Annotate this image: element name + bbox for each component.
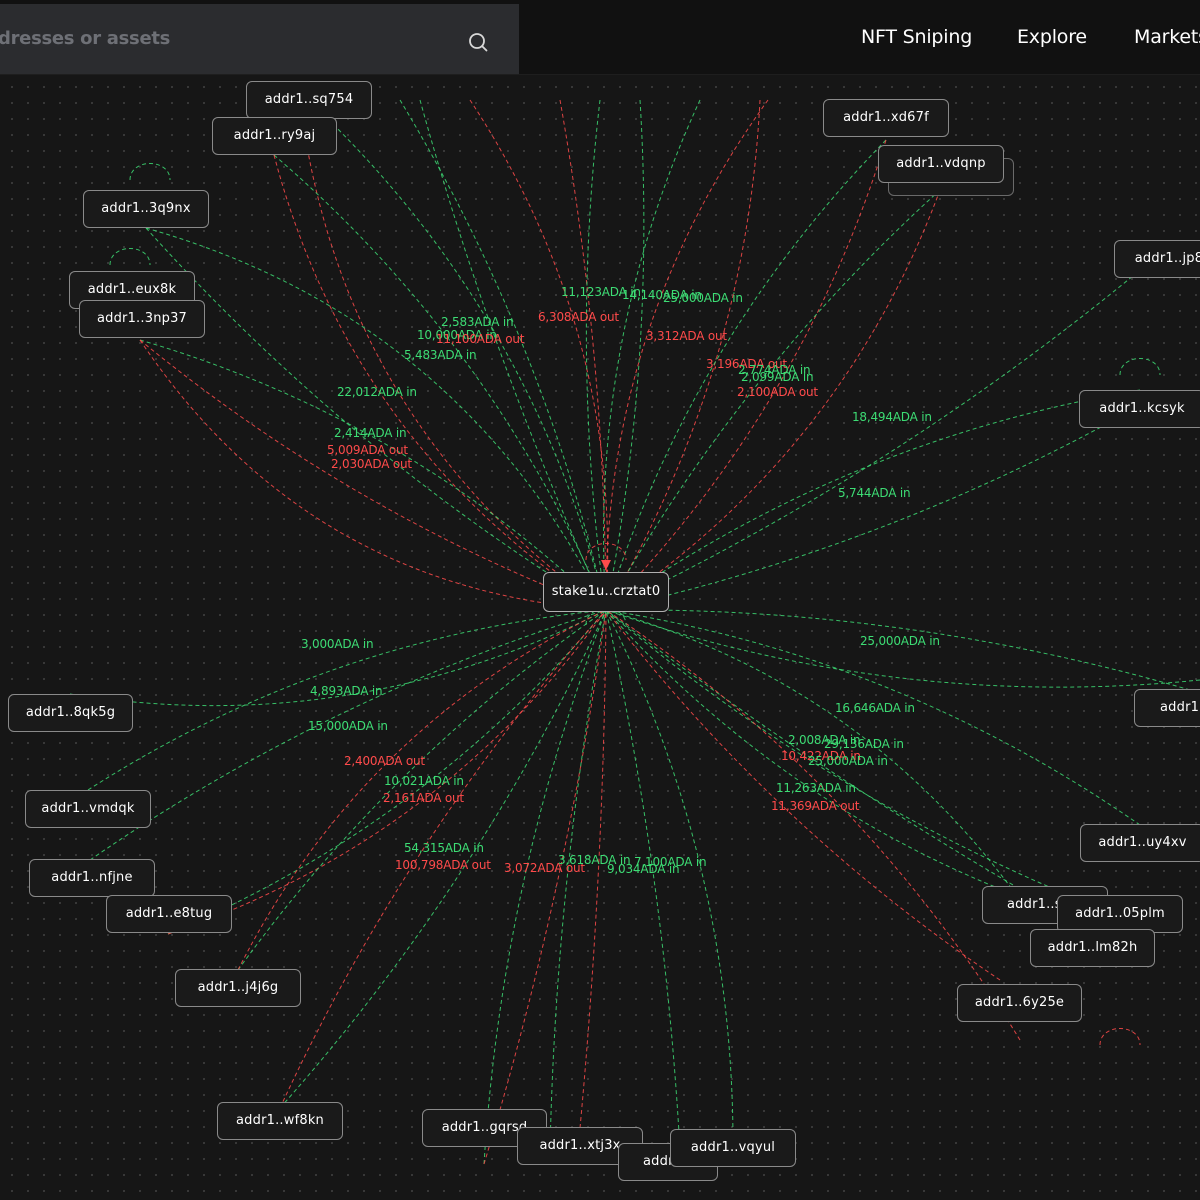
address-node-6y25e[interactable]: addr1..6y25e: [957, 984, 1082, 1022]
nav-explore[interactable]: Explore: [1017, 26, 1087, 48]
edge-label: 100,798ADA out: [395, 858, 491, 872]
edge-label: 25,000ADA in: [860, 634, 940, 648]
transaction-edge: [605, 609, 1200, 688]
edge-label: 25,000ADA in: [663, 291, 743, 305]
transaction-edge: [605, 609, 1121, 931]
edge-label: 54,315ADA in: [404, 841, 484, 855]
edge-label: 16,646ADA in: [835, 701, 915, 715]
transaction-edge: [237, 609, 607, 971]
search-icon[interactable]: [466, 30, 490, 54]
edge-label: 2,583ADA in: [441, 315, 514, 329]
transaction-edge: [483, 609, 607, 1165]
edge-label: 11,263ADA in: [776, 781, 856, 795]
edge-label: 4,893ADA in: [310, 684, 383, 698]
edge-label: 2,030ADA out: [331, 457, 412, 471]
transaction-edge: [237, 609, 607, 971]
edge-label: 25,000ADA in: [808, 754, 888, 768]
edge-label: 3,312ADA out: [646, 329, 727, 343]
nav-markets[interactable]: Markets: [1134, 26, 1200, 48]
edge-label: 10,021ADA in: [384, 774, 464, 788]
address-node-xd67f[interactable]: addr1..xd67f: [823, 99, 949, 137]
nav-nft-sniping[interactable]: NFT Sniping: [861, 26, 972, 48]
transaction-graph-canvas[interactable]: addr1..sq754 addr1..ry9aj addr1..3q9nx a…: [0, 75, 1200, 1200]
address-node-nfjne[interactable]: addr1..nfjne: [29, 859, 155, 897]
edge-label: 18,494ADA in: [852, 410, 932, 424]
center-stake-node[interactable]: stake1u..crztat0: [543, 572, 669, 612]
transaction-edge: [585, 99, 607, 611]
edge-label: 5,009ADA out: [327, 443, 408, 457]
edge-label: 22,012ADA in: [337, 385, 417, 399]
address-node-sq754[interactable]: addr1..sq754: [246, 81, 372, 119]
transaction-edge: [605, 609, 734, 1149]
transaction-edge: [139, 339, 607, 611]
edge-label: 3,000ADA in: [301, 637, 374, 651]
transaction-edge: [139, 339, 607, 611]
address-node-vdqnp[interactable]: addr1..vdqnp: [878, 145, 1004, 183]
edge-label: 11,369ADA out: [771, 799, 860, 813]
edge-label: 5,483ADA in: [404, 348, 477, 362]
address-node-05plm[interactable]: addr1..05plm: [1057, 895, 1183, 933]
address-node-vmdqk[interactable]: addr1..vmdqk: [25, 790, 151, 828]
address-node-partial-right[interactable]: addr1..: [1134, 689, 1200, 727]
edge-label: 2,161ADA out: [383, 791, 464, 805]
edge-label: 11,100ADA out: [436, 332, 525, 346]
address-node-3np37[interactable]: addr1..3np37: [79, 300, 205, 338]
address-node-8qk5g[interactable]: addr1..8qk5g: [8, 694, 133, 732]
address-node-j4j6g[interactable]: addr1..j4j6g: [175, 969, 301, 1007]
edge-label: 15,000ADA in: [308, 719, 388, 733]
search-placeholder: dresses or assets: [0, 28, 171, 49]
edge-label: 5,744ADA in: [838, 486, 911, 500]
search-input[interactable]: dresses or assets: [0, 4, 519, 74]
transaction-edge: [483, 609, 607, 1165]
edge-label: 2,099ADA in: [741, 370, 814, 384]
self-loop-edge: [129, 163, 171, 181]
transaction-edge: [605, 99, 769, 611]
edge-label: 2,100ADA out: [737, 385, 818, 399]
transaction-edge: [145, 227, 607, 611]
transaction-edge: [139, 339, 607, 611]
edge-label: 2,414ADA in: [334, 426, 407, 440]
address-node-ry9aj[interactable]: addr1..ry9aj: [212, 117, 337, 155]
self-loop-edge: [1119, 358, 1161, 376]
transaction-edge: [605, 609, 1093, 931]
self-loop-edge: [1099, 1028, 1141, 1046]
transaction-edge: [145, 227, 607, 611]
arrowhead-icon: [601, 560, 611, 570]
address-node-wf8kn[interactable]: addr1..wf8kn: [217, 1102, 343, 1140]
top-navigation-bar: dresses or assets NFT Sniping Explore Ma…: [0, 0, 1200, 75]
self-loop-edge: [109, 248, 151, 266]
transaction-edge: [605, 99, 645, 611]
address-node-lm82h[interactable]: addr1..lm82h: [1030, 929, 1155, 967]
transaction-edge: [273, 154, 607, 611]
transaction-edge: [605, 189, 941, 611]
transaction-edge: [605, 609, 681, 1151]
transaction-edge: [605, 99, 761, 611]
address-node-jp8[interactable]: addr1..jp8: [1114, 240, 1200, 278]
address-node-kcsyk[interactable]: addr1..kcsyk: [1079, 390, 1200, 428]
edge-label: 2,400ADA out: [344, 754, 425, 768]
transaction-edge: [605, 609, 1021, 1041]
edge-label: 6,308ADA out: [538, 310, 619, 324]
transaction-edge: [605, 399, 1151, 611]
address-node-uy4xv[interactable]: addr1..uy4xv: [1080, 824, 1200, 862]
address-node-3q9nx[interactable]: addr1..3q9nx: [83, 190, 209, 228]
address-node-vqyul[interactable]: addr1..vqyul: [670, 1129, 796, 1167]
edge-label: 9,034ADA in: [607, 862, 680, 876]
graph-edges: [69, 99, 1200, 1165]
transaction-edge: [273, 154, 607, 611]
transaction-edge: [605, 189, 941, 611]
address-node-e8tug[interactable]: addr1..e8tug: [106, 895, 232, 933]
transaction-edge: [469, 99, 609, 611]
